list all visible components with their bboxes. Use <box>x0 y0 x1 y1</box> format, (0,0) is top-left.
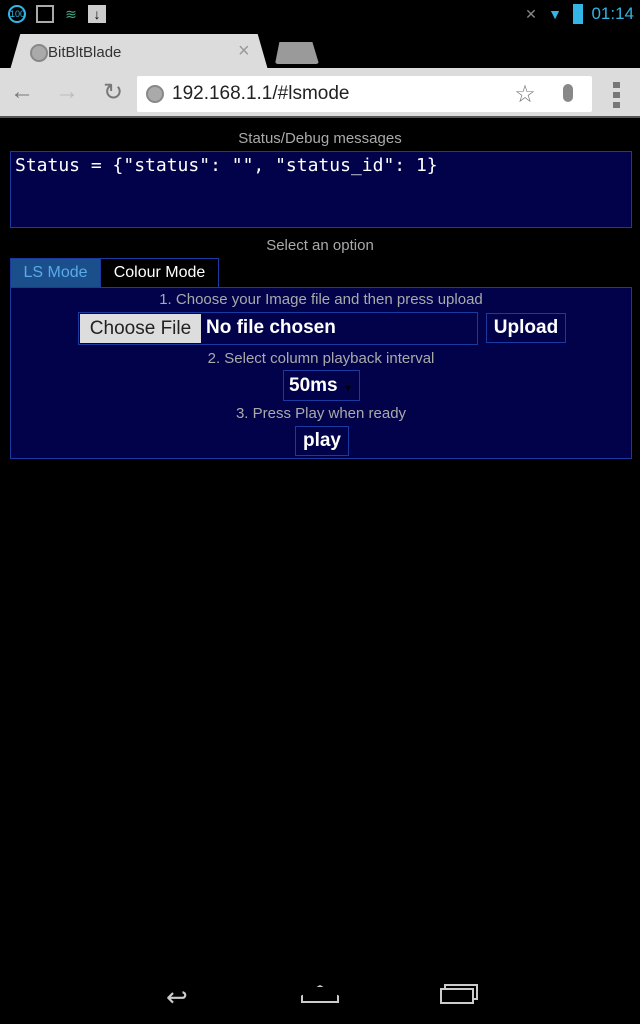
chevron-down-icon: ▼ <box>343 383 353 393</box>
file-status: No file chosen <box>206 317 336 338</box>
image-icon <box>36 5 54 23</box>
menu-icon[interactable] <box>613 82 620 108</box>
forward-icon[interactable]: → <box>52 78 82 106</box>
star-icon[interactable]: ☆ <box>510 80 540 109</box>
swype-icon: ≋ <box>65 6 77 22</box>
globe-icon <box>30 44 48 62</box>
tab-title[interactable]: BitBltBlade <box>48 44 121 61</box>
interval-value: 50ms <box>289 375 338 396</box>
back-icon[interactable]: ← <box>7 78 37 106</box>
step2-label: 2. Select column playback interval <box>207 350 435 367</box>
choose-file-button[interactable]: Choose File <box>80 314 201 343</box>
options-heading: Select an option <box>266 237 374 254</box>
home-nav-icon[interactable] <box>301 985 339 1003</box>
url-text[interactable]: 192.168.1.1/#lsmode <box>172 83 349 105</box>
wifi-icon: ▼ <box>548 6 562 22</box>
globe-icon <box>146 85 164 103</box>
play-button[interactable]: play <box>295 426 349 456</box>
reload-icon[interactable]: ↻ <box>98 78 128 107</box>
new-tab-button[interactable] <box>275 42 319 64</box>
step3-label: 3. Press Play when ready <box>235 405 407 422</box>
back-nav-icon[interactable]: ↩ <box>166 982 188 1013</box>
clock: 01:14 <box>591 4 634 23</box>
upload-button[interactable]: Upload <box>486 313 566 343</box>
notification-count-icon: 100 <box>8 5 26 23</box>
tab-ls-mode[interactable]: LS Mode <box>10 258 101 288</box>
status-heading: Status/Debug messages <box>238 130 402 147</box>
mute-icon: ✕ <box>525 6 537 22</box>
tab-colour-mode[interactable]: Colour Mode <box>100 258 219 288</box>
interval-select[interactable]: 50ms ▼ <box>283 370 360 401</box>
download-icon: ↓ <box>88 5 106 23</box>
microphone-icon[interactable] <box>563 84 573 102</box>
step1-label: 1. Choose your Image file and then press… <box>159 291 483 308</box>
system-status-bar: 100 ≋ ↓ ✕ ▼ 01:14 <box>0 0 640 30</box>
battery-icon <box>573 4 583 24</box>
recent-apps-icon[interactable] <box>440 988 474 1004</box>
close-tab-icon[interactable]: × <box>238 40 250 63</box>
status-textarea[interactable]: Status = {"status": "", "status_id": 1} <box>10 151 632 228</box>
